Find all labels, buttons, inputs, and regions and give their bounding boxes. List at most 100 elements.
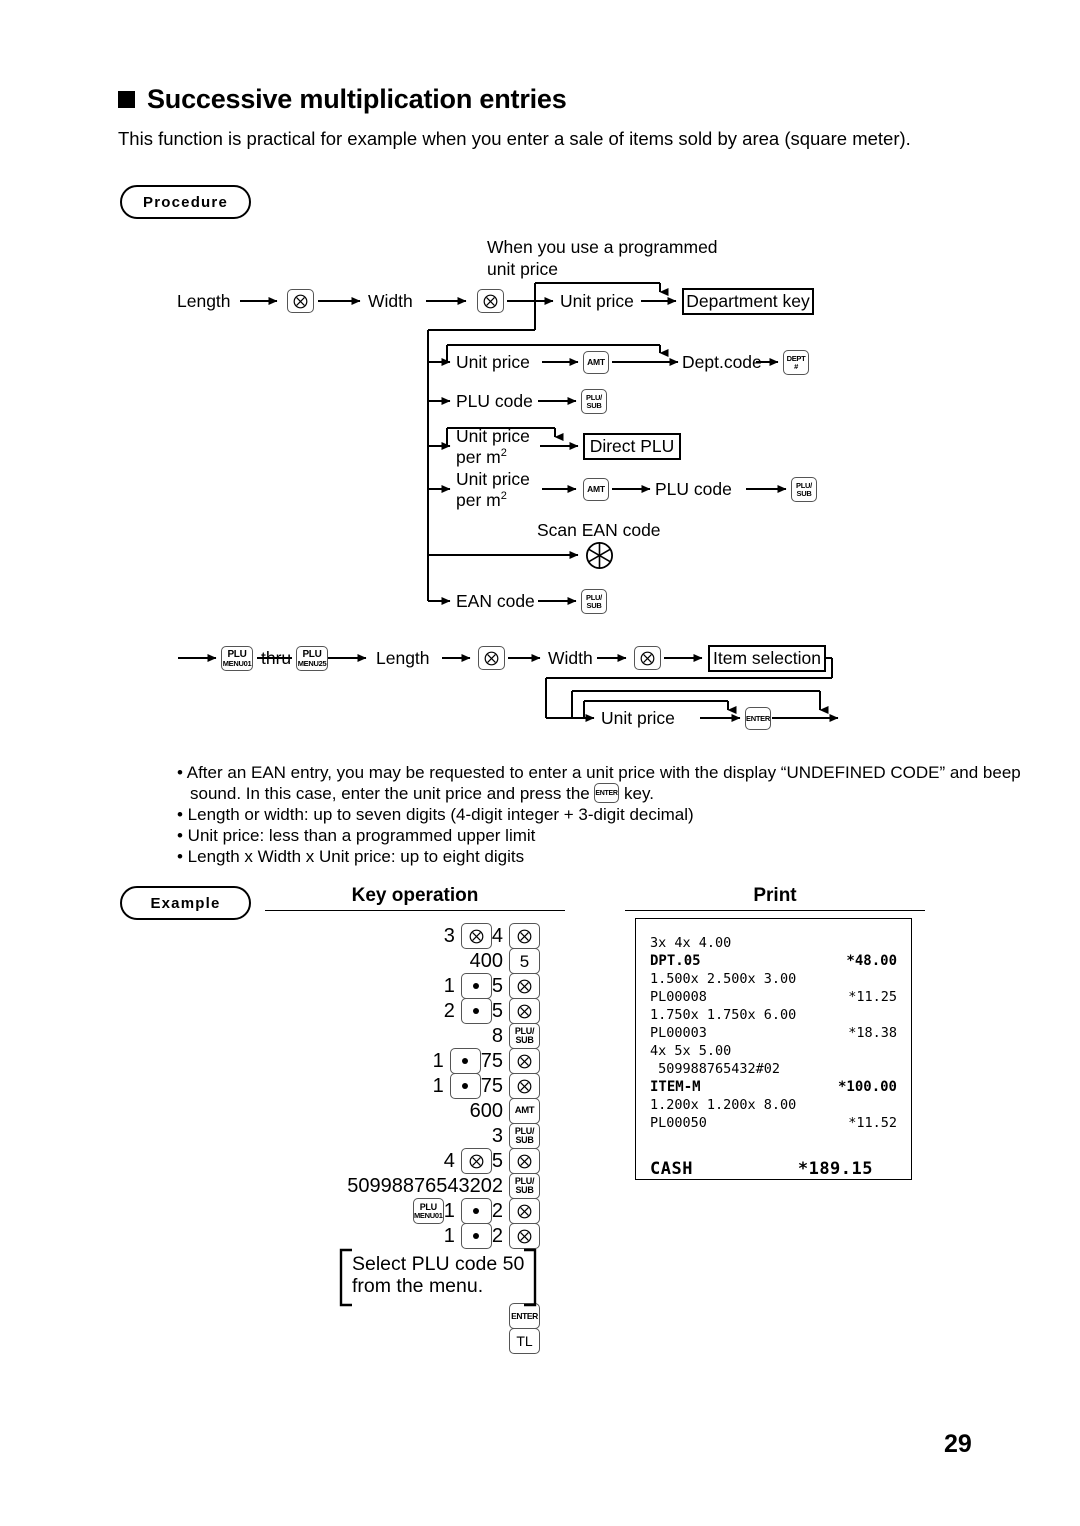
multiply-key[interactable] [509, 1198, 540, 1224]
entry-number: 2 [491, 1224, 503, 1247]
plu-menu01-key[interactable]: PLU MENU01 [221, 646, 253, 671]
multiply-key[interactable] [509, 1223, 540, 1249]
key-slot: ENTER [509, 1303, 540, 1329]
amt-key[interactable]: AMT [509, 1098, 540, 1124]
key-operation-row: 45 [150, 1148, 540, 1174]
label-length: Length [177, 291, 231, 311]
key-operation-row: 1 75 [150, 1073, 540, 1099]
note-line-1: • After an EAN entry, you may be request… [177, 763, 1021, 782]
multiply-key[interactable] [509, 923, 540, 949]
multiply-key[interactable] [509, 973, 540, 999]
key-slot [509, 1148, 540, 1174]
receipt-line: ITEM-M *100.00 [650, 1079, 897, 1097]
key-operation-header: Key operation [351, 885, 479, 906]
receipt-line: PL00008 *11.25 [650, 989, 897, 1007]
receipt-line-right: *18.38 [848, 1025, 897, 1041]
plu-sub-key[interactable]: PLU/ SUB [581, 589, 607, 614]
square-bullet-icon [118, 91, 135, 108]
box-department-key: Department key [682, 288, 814, 315]
receipt-line: PL00050 *11.52 [650, 1115, 897, 1133]
multiply-key[interactable] [509, 1073, 540, 1099]
entry-number: 5 [491, 999, 503, 1022]
decimal-point-key[interactable] [460, 1223, 492, 1249]
receipt-line: CASH *189.15 [650, 1151, 897, 1189]
plu-menu25-key[interactable]: PLU MENU25 [296, 646, 328, 671]
receipt-line-left: 1.200x 1.200x 8.00 [650, 1097, 797, 1113]
intro-text: This function is practical for example w… [118, 128, 911, 149]
key-operation-rule [265, 910, 565, 911]
label-length-2: Length [376, 648, 430, 668]
key-operation-row: 8 PLU/SUB [150, 1023, 540, 1049]
page-heading: Successive multiplication entries [118, 84, 567, 115]
multiply-key[interactable] [477, 289, 504, 313]
key-operation-row: 25 [150, 998, 540, 1024]
decimal-point-key[interactable] [460, 998, 492, 1024]
amt-key[interactable]: AMT [583, 351, 609, 374]
manual-page: Successive multiplication entries This f… [0, 0, 1080, 1526]
multiply-key[interactable] [478, 646, 505, 670]
key-slot [509, 923, 540, 949]
entry-number: 75 [480, 1074, 503, 1097]
receipt-line [650, 1133, 897, 1151]
box-item-selection: Item selection [708, 645, 826, 672]
receipt-line-left: 1.500x 2.500x 3.00 [650, 971, 797, 987]
key-slot: TL [509, 1328, 540, 1354]
label-scan-ean-code: Scan EAN code [537, 520, 661, 540]
plu-sub-label-2: SUB [796, 488, 812, 498]
plu-sub-key[interactable]: PLU/ SUB [581, 389, 607, 414]
sup-2: 2 [500, 446, 507, 459]
key-slot: PLU/SUB [509, 1123, 540, 1149]
key-operation-row: 1 75 [150, 1048, 540, 1074]
receipt-line: 1.200x 1.200x 8.00 [650, 1097, 897, 1115]
plu-menu01-key[interactable]: PLU MENU01 [412, 1198, 444, 1224]
multiply-key[interactable] [287, 289, 314, 313]
decimal-point-key[interactable] [449, 1073, 481, 1099]
bracket-note-line1: Select PLU code 50 [352, 1253, 525, 1275]
enter-key[interactable]: ENTER [594, 783, 619, 803]
multiply-key[interactable] [460, 923, 492, 949]
example-label: Example [120, 886, 251, 920]
enter-key[interactable]: ENTER [745, 707, 771, 730]
key-operation-row: TL [150, 1328, 540, 1354]
multiply-key[interactable] [460, 1148, 492, 1174]
decimal-point-key[interactable] [449, 1048, 481, 1074]
total-key[interactable]: TL [509, 1328, 540, 1354]
plu-sub-key[interactable]: PLU/SUB [509, 1173, 540, 1199]
receipt-print-sample: 3x 4x 4.00 DPT.05 *48.00 1.500x 2.500x 3.00… [635, 918, 912, 1180]
enter-key-label: ENTER [595, 789, 618, 797]
print-rule [625, 910, 925, 911]
receipt-line-left: PL00008 [650, 989, 707, 1005]
amt-key[interactable]: AMT [583, 478, 609, 501]
key-slot [509, 973, 540, 999]
note-line-6: • Length x Width x Unit price: up to eig… [177, 847, 525, 866]
receipt-line-left: 1.750x 1.750x 6.00 [650, 1007, 797, 1023]
decimal-point-key[interactable] [460, 1198, 492, 1224]
multiply-key[interactable] [509, 1148, 540, 1174]
key-operation-row: 600 AMT [150, 1098, 540, 1124]
label-unit-price-per-m2-2: Unit price per m2 [456, 469, 530, 510]
receipt-lines: 3x 4x 4.00 DPT.05 *48.00 1.500x 2.500x 3.00… [636, 919, 911, 1189]
entry-number: 3 [443, 924, 455, 947]
dept-number-key[interactable]: DEPT # [783, 350, 809, 375]
decimal-point-key[interactable] [460, 973, 492, 999]
digit-key-5[interactable]: 5 [509, 948, 540, 974]
plu-sub-key[interactable]: PLU/SUB [509, 1123, 540, 1149]
note-line-4: • Length or width: up to seven digits (4… [177, 805, 694, 824]
label-dept-code: Dept.code [682, 352, 762, 372]
label-thru: thru [261, 648, 292, 668]
amt-key-label: AMT [587, 484, 605, 495]
key-slot [509, 1073, 540, 1099]
enter-key[interactable]: ENTER [509, 1303, 540, 1329]
entry-number: 2 [443, 999, 455, 1022]
receipt-line-right: *11.52 [848, 1115, 897, 1131]
plu-sub-key[interactable]: PLU/ SUB [791, 477, 817, 502]
entry-number: 1 [443, 974, 455, 997]
entry-number: 2 [491, 1199, 503, 1222]
plu-menu01-label-2: MENU01 [222, 658, 252, 668]
multiply-key[interactable] [509, 998, 540, 1024]
key-slot [460, 998, 492, 1024]
multiply-key[interactable] [634, 646, 661, 670]
plu-sub-key[interactable]: PLU/SUB [509, 1023, 540, 1049]
note-programmed-line2: unit price [487, 259, 559, 279]
multiply-key[interactable] [509, 1048, 540, 1074]
